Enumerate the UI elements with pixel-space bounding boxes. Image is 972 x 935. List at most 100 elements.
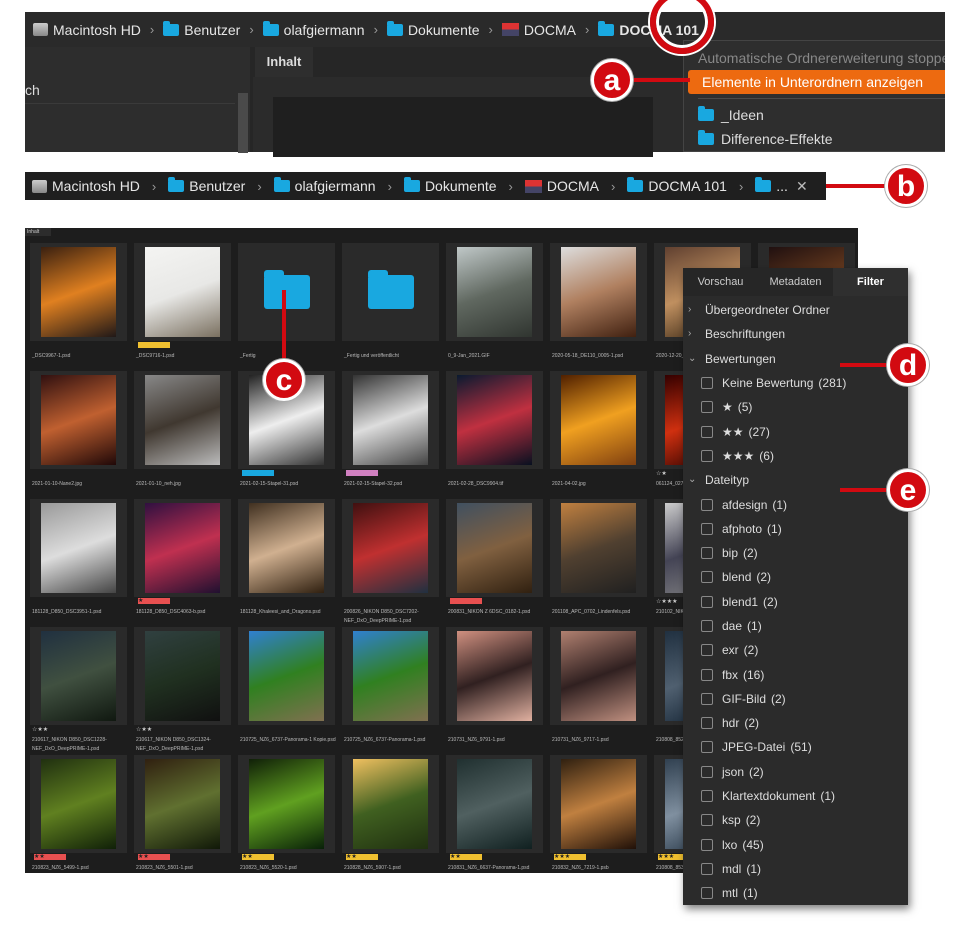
thumbnail[interactable] xyxy=(342,755,439,853)
filter-option[interactable]: blend1 (2) xyxy=(683,590,908,614)
checkbox[interactable] xyxy=(701,620,713,632)
thumbnail-cell[interactable]: ★★ 210823_NZ6_5501-1.psd xyxy=(134,755,234,873)
thumbnail-cell[interactable]: 181128_D850_DSC3951-1.psd xyxy=(30,499,130,623)
thumbnail-cell[interactable]: 2021-04-02.jpg xyxy=(550,371,650,495)
filter-option[interactable]: hdr (2) xyxy=(683,711,908,735)
thumbnail[interactable] xyxy=(134,627,231,725)
thumbnail[interactable] xyxy=(550,755,647,853)
filter-option[interactable]: json (2) xyxy=(683,760,908,784)
checkbox[interactable] xyxy=(701,838,713,851)
thumbnail[interactable] xyxy=(134,243,231,341)
breadcrumb-item[interactable]: Dokumente xyxy=(403,177,497,194)
filter-option[interactable]: blend (2) xyxy=(683,565,908,589)
filter-option[interactable]: mdl (1) xyxy=(683,857,908,881)
checkbox[interactable] xyxy=(701,547,713,560)
breadcrumb-item[interactable]: ... xyxy=(755,177,788,194)
thumbnail[interactable] xyxy=(446,755,543,853)
breadcrumb-item[interactable]: DOCMA xyxy=(524,178,599,194)
checkbox[interactable] xyxy=(701,498,713,511)
checkbox[interactable] xyxy=(701,862,713,875)
breadcrumb-item[interactable]: Macintosh HD xyxy=(32,178,140,194)
tab-metadaten[interactable]: Metadaten xyxy=(758,268,833,296)
checkbox[interactable] xyxy=(701,692,713,705)
thumbnail-cell[interactable]: ☆★★ 210617_NIKON D850_DSC1228-NEF_DxO_Dee… xyxy=(30,627,130,752)
thumbnail-cell[interactable]: ★★ 210823_NZ6_5520-1.psd xyxy=(238,755,338,873)
breadcrumb-item[interactable]: DOCMA 101 xyxy=(627,177,727,194)
checkbox[interactable] xyxy=(701,790,713,803)
thumbnail[interactable] xyxy=(446,499,543,597)
thumbnail-cell[interactable]: 210725_NZ6_6737-Panorama-1 Kopie.psd xyxy=(238,627,338,751)
thumbnail-cell[interactable]: ★ 181128_D850_DSC4063-b.psd xyxy=(134,499,234,623)
thumbnail[interactable] xyxy=(238,627,335,725)
thumbnail[interactable] xyxy=(238,499,335,597)
filter-section[interactable]: › Beschriftungen xyxy=(683,322,908,346)
thumbnail[interactable] xyxy=(446,627,543,725)
tab-inhalt-small[interactable]: Inhalt xyxy=(25,228,51,236)
thumbnail-cell[interactable]: ★★ 210831_NZ6_6637-Panorama-1.psd xyxy=(446,755,546,873)
checkbox[interactable] xyxy=(701,595,713,608)
thumbnail-cell[interactable]: 200831_NIKON Z 6DSC_0182-1.psd xyxy=(446,499,546,623)
thumbnail-cell[interactable]: 2021-02-15-Stapel-32.psd xyxy=(342,371,442,495)
thumbnail[interactable] xyxy=(550,627,647,725)
tab-inhalt[interactable]: Inhalt xyxy=(255,47,313,77)
thumbnail-cell[interactable]: 210731_NZ6_9791-1.psd xyxy=(446,627,546,751)
thumbnail[interactable] xyxy=(550,243,647,341)
breadcrumb-item[interactable]: olafgiermann xyxy=(273,177,376,194)
filter-option[interactable]: mtl (1) xyxy=(683,881,908,905)
thumbnail[interactable] xyxy=(446,243,543,341)
breadcrumb-item[interactable]: Benutzer xyxy=(163,20,240,38)
thumbnail-cell[interactable]: ★★★ 210832_NZ6_7219-1.psb xyxy=(550,755,650,873)
thumbnail-cell[interactable]: _DSC9716-1.psd xyxy=(134,243,234,367)
filter-option[interactable]: afdesign (1) xyxy=(683,492,908,516)
filter-option[interactable]: ★★ (27) xyxy=(683,419,908,443)
checkbox[interactable] xyxy=(701,741,713,754)
thumbnail-cell[interactable]: 201108_APC_0702_Lindenfels.psd xyxy=(550,499,650,623)
thumbnail[interactable] xyxy=(134,371,231,469)
thumbnail-cell[interactable]: 210725_NZ6_6737-Panorama-1.psd xyxy=(342,627,442,751)
checkbox[interactable] xyxy=(701,765,713,778)
thumbnail[interactable] xyxy=(446,371,543,469)
thumbnail-cell[interactable]: 181128_Khaleesi_and_Dragons.psd xyxy=(238,499,338,623)
filter-option[interactable]: Klartextdokument (1) xyxy=(683,784,908,808)
thumbnail[interactable] xyxy=(342,371,439,469)
thumbnail-cell[interactable]: ☆★★ 210617_NIKON D850_DSC1324-NEF_DxO_Dee… xyxy=(134,627,234,752)
breadcrumb-item[interactable]: olafgiermann xyxy=(262,20,365,38)
filter-option[interactable]: Keine Bewertung (281) xyxy=(683,371,908,395)
thumbnail-cell[interactable]: 0_9-Jan_2021.GIF xyxy=(446,243,546,367)
thumbnail[interactable] xyxy=(30,243,127,341)
checkbox[interactable] xyxy=(701,571,713,584)
thumbnail[interactable] xyxy=(30,755,127,853)
tab-vorschau[interactable]: Vorschau xyxy=(683,268,758,296)
checkbox[interactable] xyxy=(701,814,713,827)
menu-item-folder[interactable]: _Ideen xyxy=(684,103,945,127)
breadcrumb-item[interactable]: DOCMA xyxy=(501,22,576,38)
checkbox[interactable] xyxy=(701,425,713,438)
thumbnail-cell[interactable]: ★★ 210828_NZ6_5907-1.psd xyxy=(342,755,442,873)
close-icon[interactable]: ✕ xyxy=(796,178,808,195)
checkbox[interactable] xyxy=(701,887,713,900)
thumbnail-cell[interactable]: _Fertig xyxy=(238,243,338,367)
thumbnail[interactable] xyxy=(238,243,335,341)
filter-option[interactable]: ★★★ (6) xyxy=(683,444,908,468)
thumbnail-cell[interactable]: 2021-02-28_DSC9904.tif xyxy=(446,371,546,495)
filter-option[interactable]: exr (2) xyxy=(683,638,908,662)
filter-option[interactable]: bip (2) xyxy=(683,541,908,565)
filter-option[interactable]: GIF-Bild (2) xyxy=(683,687,908,711)
thumbnail[interactable] xyxy=(550,499,647,597)
filter-option[interactable]: dae (1) xyxy=(683,614,908,638)
thumbnail[interactable] xyxy=(342,627,439,725)
thumbnail-cell[interactable]: _Fertig und veröffentlicht xyxy=(342,243,442,367)
filter-option[interactable]: ★ (5) xyxy=(683,395,908,419)
left-pane-item[interactable]: ch xyxy=(25,77,235,104)
checkbox[interactable] xyxy=(701,717,713,730)
menu-item-folder[interactable]: Difference-Effekte xyxy=(684,127,945,151)
checkbox[interactable] xyxy=(701,668,713,681)
thumbnail-cell[interactable]: 210731_NZ6_9717-1.psd xyxy=(550,627,650,751)
thumbnail-cell[interactable]: 2021-01-10-Nane2.jpg xyxy=(30,371,130,495)
thumbnail[interactable] xyxy=(238,755,335,853)
scrollbar[interactable] xyxy=(238,93,248,153)
checkbox[interactable] xyxy=(701,401,713,414)
thumbnail-cell[interactable]: ★★ 210823_NZ6_5499-1.psd xyxy=(30,755,130,873)
thumbnail[interactable] xyxy=(342,243,439,341)
filter-option[interactable]: fbx (16) xyxy=(683,662,908,686)
